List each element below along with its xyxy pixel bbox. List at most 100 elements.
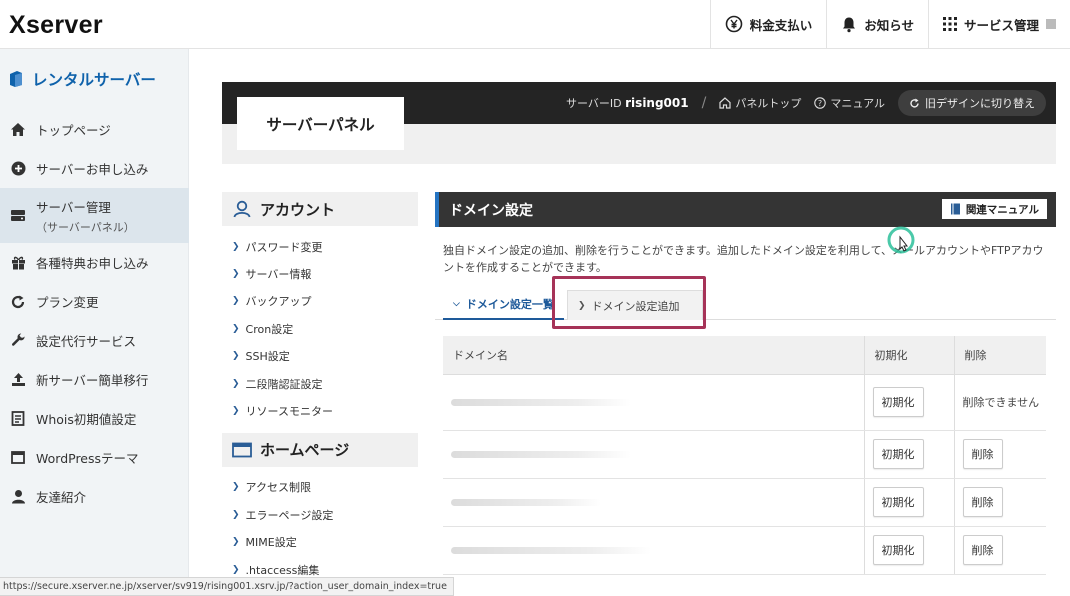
menu-item-2fa[interactable]: ❯ 二段階認証設定 bbox=[222, 370, 418, 397]
delete-button[interactable]: 削除 bbox=[962, 535, 1003, 565]
menu-item-label: バックアップ bbox=[245, 295, 312, 309]
domain-cell bbox=[443, 430, 864, 479]
sidebar-item-server-manage[interactable]: サーバー管理 （サーバーパネル） bbox=[0, 188, 189, 243]
sidebar-item-label: WordPressテーマ bbox=[36, 451, 139, 466]
tab-domain-list[interactable]: ⌵ ドメイン設定一覧 bbox=[443, 290, 564, 320]
domain-settings-content: ドメイン設定 関連マニュアル 独自ドメイン設定の追加、削除を行うことができます。… bbox=[435, 192, 1056, 329]
sidebar-title-label: レンタルサーバー bbox=[32, 71, 156, 89]
window-icon bbox=[10, 451, 26, 464]
homepage-icon bbox=[232, 442, 252, 458]
menu-item-error-page[interactable]: ❯ エラーページ設定 bbox=[222, 501, 418, 528]
menu-item-label: リソースモニター bbox=[245, 405, 333, 419]
refresh-icon bbox=[10, 295, 26, 309]
column-header-delete: 削除 bbox=[953, 336, 1046, 375]
sidebar-item-label: 新サーバー簡単移行 bbox=[36, 373, 149, 388]
panel-title: サーバーパネル bbox=[237, 97, 404, 150]
payment-label: 料金支払い bbox=[749, 17, 813, 33]
chevron-right-icon: ❯ bbox=[232, 296, 240, 307]
notice-label: お知らせ bbox=[864, 17, 914, 33]
delete-button[interactable]: 削除 bbox=[962, 439, 1003, 469]
sidebar-item-server-apply[interactable]: サーバーお申し込み bbox=[0, 149, 189, 188]
sidebar-item-whois[interactable]: Whois初期値設定 bbox=[0, 399, 189, 438]
book-icon bbox=[950, 203, 960, 215]
sidebar-item-benefits[interactable]: 各種特典お申し込み bbox=[0, 243, 189, 282]
svg-text:?: ? bbox=[818, 99, 822, 108]
sidebar-item-label: 各種特典お申し込み bbox=[36, 256, 149, 271]
chevron-right-icon: ❯ bbox=[232, 406, 240, 417]
panel-top-label: パネルトップ bbox=[735, 97, 802, 110]
sidebar-list: トップページ サーバーお申し込み サーバー管理 （サーバーパネル） 各種特典お申… bbox=[0, 110, 189, 516]
server-panel-header: サーバーID rising001 / パネルトップ ? マニュアル 旧デザインに… bbox=[222, 82, 1056, 164]
menu-item-label: パスワード変更 bbox=[245, 240, 323, 254]
menu-section-account: アカウント bbox=[222, 192, 418, 226]
main-area: サーバーID rising001 / パネルトップ ? マニュアル 旧デザインに… bbox=[190, 49, 1070, 596]
menu-item-backup[interactable]: ❯ バックアップ bbox=[222, 288, 418, 315]
related-manual-label: 関連マニュアル bbox=[965, 203, 1039, 216]
document-icon bbox=[10, 411, 26, 426]
service-manage-link[interactable]: サービス管理 bbox=[927, 0, 1070, 48]
panel-top-link[interactable]: パネルトップ bbox=[719, 95, 801, 111]
menu-item-label: SSH設定 bbox=[245, 350, 290, 364]
delete-button[interactable]: 削除 bbox=[962, 487, 1003, 517]
chevron-right-icon: ❯ bbox=[232, 378, 240, 389]
chevron-right-icon: ❯ bbox=[232, 482, 240, 493]
service-manage-label: サービス管理 bbox=[963, 17, 1039, 33]
xserver-logo[interactable]: Xserver bbox=[9, 11, 103, 40]
delete-cell: 削除できません bbox=[953, 374, 1046, 431]
manual-link[interactable]: ? マニュアル bbox=[814, 95, 885, 111]
section-header: ドメイン設定 関連マニュアル bbox=[435, 192, 1056, 227]
menu-item-password[interactable]: ❯ パスワード変更 bbox=[222, 233, 418, 260]
chevron-right-icon: ❯ bbox=[232, 323, 240, 334]
chevron-right-icon: ❯ bbox=[232, 351, 240, 362]
table-row: 初期化 削除 bbox=[443, 526, 1046, 575]
payment-link[interactable]: 料金支払い bbox=[709, 0, 827, 48]
panel-menu: アカウント ❯ パスワード変更 ❯ サーバー情報 ❯ バックアップ ❯ Cron設定 ❯… bbox=[222, 192, 418, 587]
menu-list-homepage: ❯ アクセス制限 ❯ エラーページ設定 ❯ MIME設定 ❯ .htaccess編集 bbox=[222, 467, 418, 588]
chevron-right-icon: ❯ bbox=[232, 564, 240, 575]
reset-button[interactable]: 初期化 bbox=[872, 439, 924, 469]
server-id-label: サーバーID bbox=[566, 97, 622, 110]
delete-cell: 削除 bbox=[953, 430, 1046, 479]
sidebar-item-plan-change[interactable]: プラン変更 bbox=[0, 282, 189, 321]
chevron-right-icon: ❯ bbox=[232, 269, 240, 280]
menu-item-cron[interactable]: ❯ Cron設定 bbox=[222, 315, 418, 342]
sidebar-item-setup-service[interactable]: 設定代行サービス bbox=[0, 321, 189, 360]
sidebar-item-top[interactable]: トップページ bbox=[0, 110, 189, 149]
section-title: ドメイン設定 bbox=[449, 202, 533, 219]
menu-item-ssh[interactable]: ❯ SSH設定 bbox=[222, 343, 418, 370]
delete-cell: 削除 bbox=[953, 526, 1046, 575]
sidebar-title[interactable]: レンタルサーバー bbox=[8, 68, 156, 90]
mouse-cursor-icon bbox=[887, 226, 915, 254]
reset-button[interactable]: 初期化 bbox=[872, 487, 924, 517]
question-icon: ? bbox=[814, 97, 827, 109]
browser-status-url: https://secure.xserver.ne.jp/xserver/sv9… bbox=[0, 577, 454, 596]
old-design-switch-button[interactable]: 旧デザインに切り替え bbox=[898, 90, 1046, 116]
menu-item-label: エラーページ設定 bbox=[245, 508, 334, 522]
menu-item-server-info[interactable]: ❯ サーバー情報 bbox=[222, 260, 418, 287]
sidebar-item-migration[interactable]: 新サーバー簡単移行 bbox=[0, 360, 189, 399]
menu-item-mime[interactable]: ❯ MIME設定 bbox=[222, 529, 418, 556]
sidebar: レンタルサーバー トップページ サーバーお申し込み サーバー管理 （サーバーパネ… bbox=[0, 49, 189, 596]
sidebar-item-label: サーバー管理 bbox=[36, 199, 111, 215]
related-manual-button[interactable]: 関連マニュアル bbox=[941, 199, 1047, 219]
menu-item-label: サーバー情報 bbox=[245, 268, 312, 282]
reset-button[interactable]: 初期化 bbox=[872, 535, 924, 565]
wrench-icon bbox=[10, 333, 26, 348]
reset-button[interactable]: 初期化 bbox=[872, 387, 924, 417]
redacted-domain bbox=[451, 546, 651, 554]
reset-cell: 初期化 bbox=[863, 374, 954, 431]
notice-link[interactable]: お知らせ bbox=[826, 0, 928, 48]
domain-tabs: ⌵ ドメイン設定一覧 ❯ ドメイン設定追加 bbox=[435, 276, 1056, 329]
section-description: 独自ドメイン設定の追加、削除を行うことができます。追加したドメイン設定を利用して… bbox=[443, 244, 1044, 274]
sidebar-item-label: 友達紹介 bbox=[36, 490, 87, 505]
menu-item-access-restriction[interactable]: ❯ アクセス制限 bbox=[222, 474, 418, 501]
sidebar-item-wp-theme[interactable]: WordPressテーマ bbox=[0, 438, 189, 477]
sidebar-item-referral[interactable]: 友達紹介 bbox=[0, 477, 189, 516]
menu-item-resource-monitor[interactable]: ❯ リソースモニター bbox=[222, 397, 418, 424]
server-icon bbox=[10, 209, 26, 222]
sidebar-item-label: トップページ bbox=[36, 123, 111, 138]
switch-label: 旧デザインに切り替え bbox=[925, 97, 1035, 110]
gift-icon bbox=[10, 255, 26, 270]
sidebar-item-label: Whois初期値設定 bbox=[36, 412, 137, 427]
menu-item-label: MIME設定 bbox=[245, 536, 297, 550]
